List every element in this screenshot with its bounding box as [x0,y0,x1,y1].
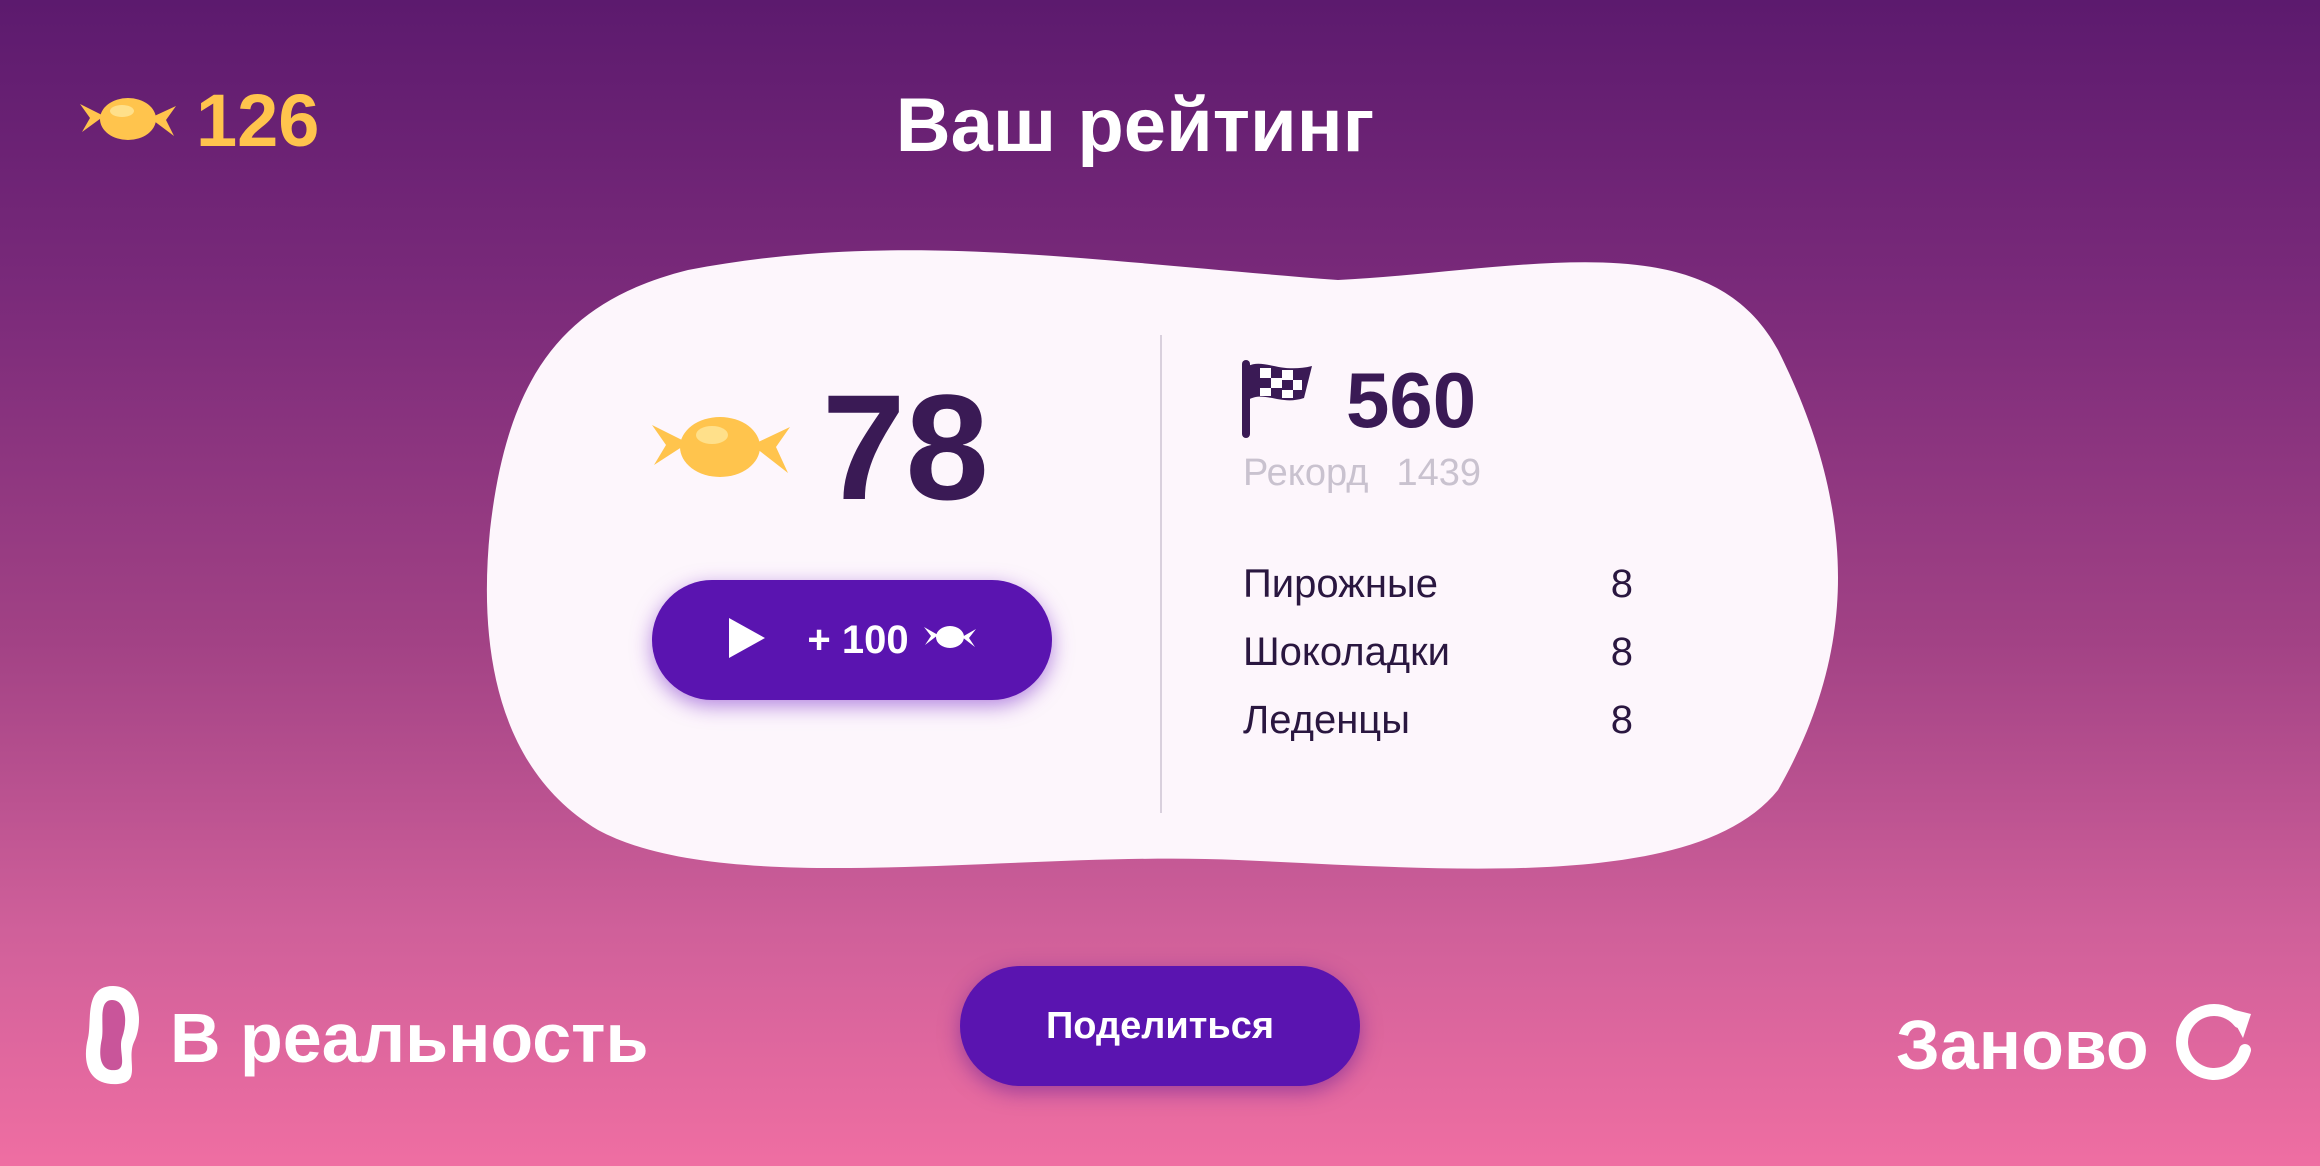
share-button[interactable]: Поделиться [960,966,1360,1086]
page-title: Ваш рейтинг [895,83,1375,168]
stat-row: Леденцы 8 [1243,686,1633,754]
restart-button[interactable]: Заново [1896,998,2257,1091]
play-icon [727,616,767,665]
record-value: 1439 [1396,452,1481,494]
best-score: 560 [1240,355,1476,446]
bonus-amount: + 100 [807,617,909,662]
back-label: В реальность [170,998,649,1077]
back-to-reality-button[interactable]: В реальность [78,982,648,1093]
play-bonus-button[interactable]: + 100 [652,580,1052,700]
stat-row: Пирожные 8 [1243,550,1633,618]
current-score: 78 [648,372,989,522]
candy-icon [648,395,794,500]
checkered-flag-icon [1240,358,1316,443]
stat-label: Леденцы [1243,697,1410,742]
stat-value: 8 [1610,697,1633,742]
stat-label: Шоколадки [1243,629,1450,674]
stat-label: Пирожные [1243,561,1438,606]
candy-icon [923,618,977,663]
bonus-label: + 100 [807,618,976,663]
best-score-value: 560 [1346,356,1477,444]
restart-icon [2169,998,2257,1091]
stats-list: Пирожные 8 Шоколадки 8 Леденцы 8 [1243,550,1633,754]
restart-label: Заново [1896,1005,2149,1084]
record-label: Рекорд [1243,452,1369,494]
card-divider [1160,335,1162,813]
portal-icon [78,982,148,1093]
score-value: 78 [822,363,989,531]
stat-value: 8 [1610,629,1633,674]
stat-value: 8 [1610,561,1633,606]
stat-row: Шоколадки 8 [1243,618,1633,686]
record-line: Рекорд 1439 [1243,452,1481,495]
